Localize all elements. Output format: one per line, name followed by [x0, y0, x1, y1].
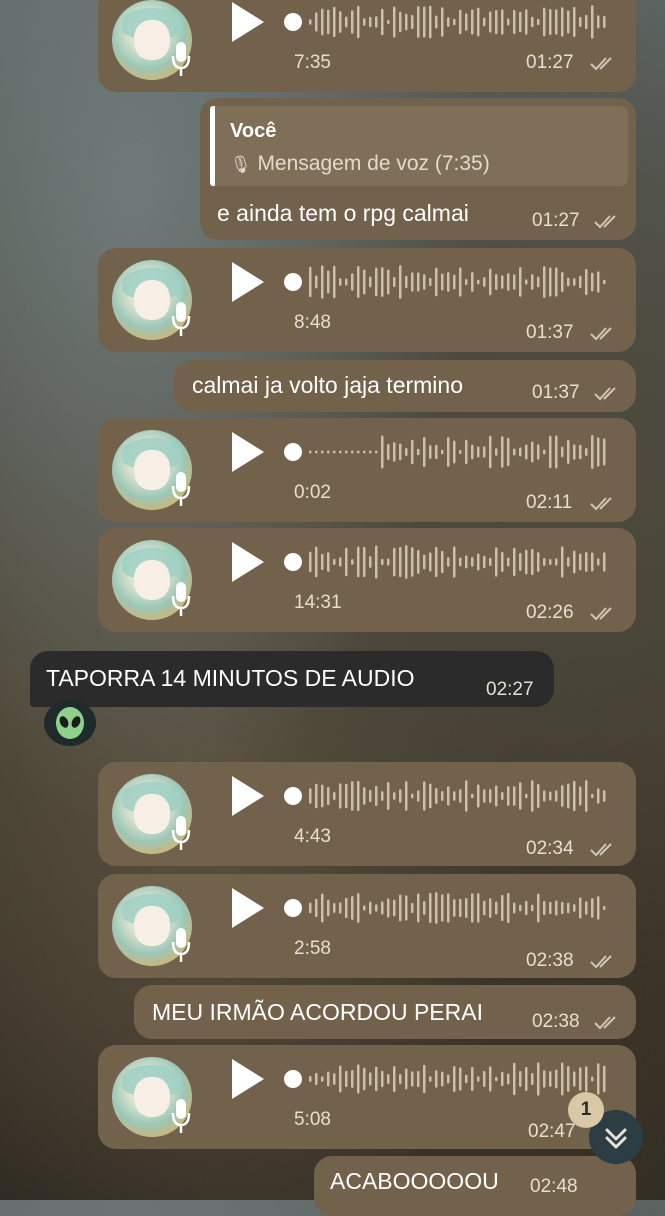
- quoted-author: Você: [230, 120, 277, 142]
- voice-message[interactable]: 14:31 02:26: [98, 528, 636, 632]
- voice-duration: 4:43: [294, 826, 331, 847]
- message-time: 02:38: [526, 950, 574, 971]
- voice-duration: 5:08: [294, 1109, 331, 1130]
- double-check-icon: [594, 215, 616, 229]
- microphone-icon: [171, 472, 191, 506]
- play-icon[interactable]: [230, 430, 266, 474]
- play-icon[interactable]: [230, 0, 266, 44]
- reply-message[interactable]: Você 🎙 Mensagem de voz (7:35) e ainda te…: [200, 98, 636, 240]
- message-text: TAPORRA 14 MINUTOS DE AUDIO: [46, 665, 415, 691]
- message-time: 02:11: [526, 492, 573, 513]
- play-icon[interactable]: [230, 774, 266, 818]
- voice-message[interactable]: 4:43 02:34: [98, 762, 636, 866]
- message-time: 02:38: [532, 1011, 580, 1032]
- voice-message[interactable]: 8:48 01:37: [98, 248, 636, 352]
- quoted-message[interactable]: Você 🎙 Mensagem de voz (7:35): [210, 106, 628, 186]
- microphone-icon: [171, 928, 191, 962]
- text-message[interactable]: MEU IRMÃO ACORDOU PERAI 02:38: [134, 985, 636, 1039]
- voice-message[interactable]: 2:58 02:38: [98, 874, 636, 978]
- message-time: 02:48: [530, 1176, 578, 1197]
- quoted-text: 🎙 Mensagem de voz (7:35): [230, 152, 490, 175]
- voice-duration: 0:02: [294, 482, 331, 503]
- waveform[interactable]: [283, 262, 613, 302]
- voice-message[interactable]: 5:08 02:47: [98, 1045, 636, 1149]
- message-time: 01:37: [532, 382, 580, 403]
- voice-duration: 8:48: [294, 312, 331, 333]
- text-message[interactable]: ACABOOOOOU 02:48: [314, 1156, 636, 1216]
- play-icon[interactable]: [230, 886, 266, 930]
- microphone-icon: [171, 42, 191, 76]
- microphone-icon: [171, 816, 191, 850]
- double-check-icon: [590, 57, 612, 71]
- microphone-icon: [171, 582, 191, 616]
- message-time: 02:27: [486, 679, 534, 700]
- waveform[interactable]: [283, 1059, 613, 1099]
- message-text: MEU IRMÃO ACORDOU PERAI: [152, 999, 483, 1025]
- message-text: calmai ja volto jaja termino: [192, 372, 464, 398]
- double-check-icon: [594, 1016, 616, 1030]
- unread-badge: 1: [568, 1092, 604, 1128]
- microphone-icon: 🎙: [230, 155, 252, 174]
- voice-duration: 2:58: [294, 938, 331, 959]
- message-time: 01:37: [526, 322, 574, 343]
- voice-message[interactable]: 7:35 01:27: [98, 0, 636, 92]
- message-time: 02:47: [528, 1121, 576, 1142]
- chat-area: 7:35 01:27 Você 🎙 Mensagem de voz (7:35)…: [0, 0, 665, 1216]
- message-text: e ainda tem o rpg calmai: [217, 200, 469, 226]
- message-time: 02:26: [526, 602, 574, 623]
- voice-duration: 14:31: [294, 592, 342, 613]
- waveform[interactable]: [283, 776, 613, 816]
- text-message[interactable]: calmai ja volto jaja termino 01:37: [174, 360, 636, 412]
- waveform[interactable]: [283, 432, 613, 472]
- double-check-icon: [594, 387, 616, 401]
- play-icon[interactable]: [230, 540, 266, 584]
- waveform[interactable]: [283, 888, 613, 928]
- double-check-icon: [590, 843, 612, 857]
- message-text: ACABOOOOOU: [330, 1168, 499, 1194]
- incoming-message[interactable]: TAPORRA 14 MINUTOS DE AUDIO 02:27: [30, 651, 554, 707]
- waveform[interactable]: [283, 2, 613, 42]
- waveform[interactable]: [283, 542, 613, 582]
- double-check-icon: [590, 497, 612, 511]
- double-check-icon: [590, 607, 612, 621]
- play-icon[interactable]: [230, 260, 266, 304]
- double-check-icon: [590, 955, 612, 969]
- play-icon[interactable]: [230, 1057, 266, 1101]
- message-time: 01:27: [526, 52, 574, 73]
- microphone-icon: [171, 1099, 191, 1133]
- voice-duration: 7:35: [294, 52, 331, 73]
- message-time: 01:27: [532, 210, 580, 231]
- double-check-icon: [590, 327, 612, 341]
- microphone-icon: [171, 302, 191, 336]
- message-time: 02:34: [526, 838, 574, 859]
- voice-message[interactable]: 0:02 02:11: [98, 418, 636, 522]
- alien-emoji[interactable]: [44, 700, 96, 746]
